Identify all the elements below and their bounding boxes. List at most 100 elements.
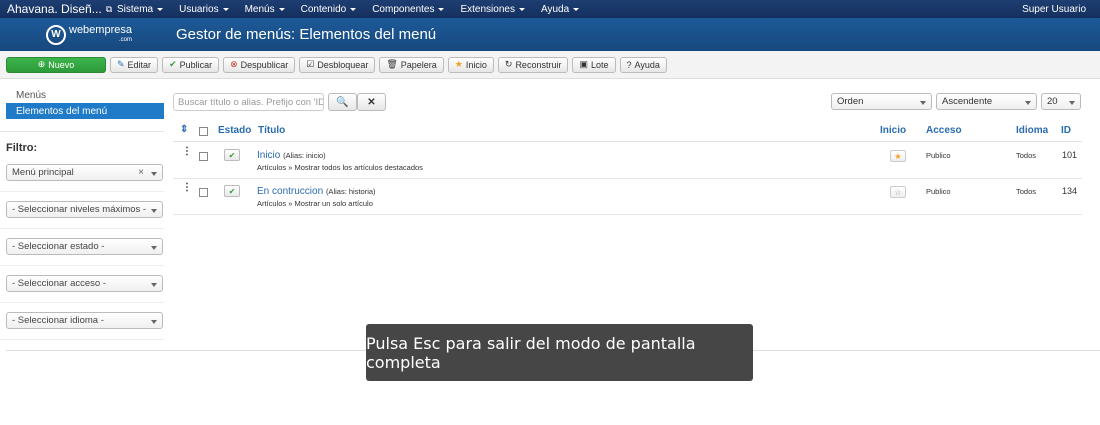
button-label: Papelera — [400, 59, 437, 70]
menu-contenido[interactable]: Contenido — [292, 4, 364, 15]
sidebar-item-menus[interactable]: Menús — [6, 88, 164, 103]
button-label: Ayuda — [634, 59, 660, 70]
button-label: Inicio — [465, 59, 487, 70]
column-id[interactable]: ID — [1061, 125, 1071, 136]
caret-down-icon — [157, 7, 164, 11]
search-input[interactable]: Buscar título o alias. Prefijo con 'ID:' — [173, 93, 324, 111]
user-menu[interactable]: Super Usuario — [1022, 4, 1100, 15]
row-checkbox[interactable] — [199, 188, 208, 197]
home-default-toggle[interactable]: ☆ — [890, 186, 906, 198]
levels-select[interactable]: - Seleccionar niveles máximos - — [6, 201, 163, 218]
select-value: - Seleccionar estado - — [12, 241, 105, 252]
language-select[interactable]: - Seleccionar idioma - — [6, 312, 163, 329]
column-language[interactable]: Idioma — [1016, 125, 1048, 136]
filter-group: Menú principal × — [0, 164, 164, 192]
language-cell: Todos — [1016, 151, 1037, 160]
select-value: 20 — [1047, 96, 1058, 107]
logo-sub: .com — [118, 36, 132, 43]
home-default-toggle[interactable]: ★ — [890, 150, 906, 162]
item-type: Artículos » Mostrar todos los artículos … — [257, 163, 423, 172]
page-title: Gestor de menús: Elementos del menú — [176, 26, 437, 43]
item-alias: (Alias: inicio) — [283, 151, 326, 160]
clear-icon[interactable]: × — [138, 167, 144, 178]
column-state[interactable]: Estado — [218, 125, 251, 136]
trash-button[interactable]: 🗑 Papelera — [379, 56, 444, 73]
table-header: ⇕ Estado Título Inicio Acceso Idioma ID — [173, 118, 1082, 142]
top-navbar: Ahavana. Diseñ... ⧉ Sistema Usuarios Men… — [0, 0, 1100, 18]
toolbar: ⊕ Nuevo ✎ Editar ✔ Publicar ⊗ Despublicar ☑ D… — [0, 51, 1100, 79]
search-button[interactable]: 🔍 — [328, 93, 357, 111]
checkin-button[interactable]: ☑ Desbloquear — [299, 56, 376, 73]
help-button[interactable]: ? Ayuda — [619, 56, 667, 73]
home-button[interactable]: ★ Inicio — [447, 56, 494, 73]
direction-select[interactable]: Ascendente — [936, 93, 1037, 110]
item-title-link[interactable]: En contruccion (Alias: historia) — [257, 186, 376, 197]
publish-button[interactable]: ✔ Publicar — [162, 56, 220, 73]
button-label: Nuevo — [48, 59, 75, 70]
column-home[interactable]: Inicio — [880, 125, 906, 136]
item-title[interactable]: Inicio — [257, 150, 280, 161]
unpublish-button[interactable]: ⊗ Despublicar — [223, 56, 296, 73]
item-title[interactable]: En contruccion — [257, 186, 323, 197]
clear-search-button[interactable]: ✕ — [357, 93, 386, 111]
caret-down-icon — [278, 7, 285, 11]
menu-sistema[interactable]: Sistema — [108, 4, 170, 15]
batch-button[interactable]: ▣ Lote — [572, 56, 616, 73]
star-outline-icon: ☆ — [894, 187, 902, 197]
menu-label: Ayuda — [540, 3, 570, 15]
drag-handle-icon[interactable]: ⋮ — [182, 183, 192, 193]
site-title-link[interactable]: Ahavana. Diseñ... ⧉ — [0, 2, 112, 16]
state-select[interactable]: - Seleccionar estado - — [6, 238, 163, 255]
access-cell: Publico — [926, 151, 951, 160]
button-label: Desbloquear — [317, 59, 369, 70]
row-checkbox[interactable] — [199, 152, 208, 161]
published-toggle[interactable]: ✔ — [224, 149, 240, 161]
access-select[interactable]: - Seleccionar acceso - — [6, 275, 163, 292]
unpublish-icon: ⊗ — [230, 59, 238, 69]
edit-button[interactable]: ✎ Editar — [110, 56, 159, 73]
logo-text: webempresa .com — [69, 24, 132, 45]
column-title[interactable]: Título — [258, 125, 285, 136]
menu-menus[interactable]: Menús — [236, 4, 292, 15]
caret-down-icon — [222, 7, 229, 11]
star-icon: ★ — [454, 59, 463, 69]
logo-icon: W — [46, 24, 66, 45]
checkbox-icon: ☑ — [306, 59, 315, 69]
menu-usuarios[interactable]: Usuarios — [170, 4, 235, 15]
drag-handle-icon[interactable]: ⋮ — [182, 147, 192, 157]
select-value: Menú principal — [12, 167, 74, 178]
caret-down-icon — [350, 7, 357, 11]
chevron-down-icon — [151, 172, 157, 176]
caret-down-icon — [438, 7, 445, 11]
chevron-down-icon — [151, 246, 157, 250]
menu-componentes[interactable]: Componentes — [363, 4, 451, 15]
check-icon: ✔ — [228, 186, 236, 196]
item-alias: (Alias: historia) — [325, 187, 376, 196]
check-icon: ✔ — [228, 150, 236, 160]
logo: W webempresa .com — [46, 24, 176, 45]
rebuild-button[interactable]: ↻ Reconstruir — [497, 56, 569, 73]
column-access[interactable]: Acceso — [926, 125, 962, 136]
select-value: - Seleccionar idioma - — [12, 315, 104, 326]
published-toggle[interactable]: ✔ — [224, 185, 240, 197]
menu-extensiones[interactable]: Extensiones — [451, 4, 531, 15]
sort-icon[interactable]: ⇕ — [180, 124, 188, 135]
plus-circle-icon: ⊕ — [37, 59, 46, 69]
check-icon: ✔ — [169, 59, 177, 69]
select-all-checkbox[interactable] — [199, 127, 208, 136]
sidebar-item-menu-items[interactable]: Elementos del menú — [6, 103, 164, 119]
limit-select[interactable]: 20 — [1041, 93, 1081, 110]
menu-select[interactable]: Menú principal × — [6, 164, 163, 181]
chevron-down-icon — [1025, 101, 1031, 105]
filter-group: - Seleccionar estado - — [0, 238, 164, 266]
table-row: ⋮ ✔ Inicio (Alias: inicio) Artículos » M… — [173, 143, 1082, 179]
button-label: Publicar — [179, 59, 213, 70]
new-button[interactable]: ⊕ Nuevo — [6, 56, 106, 73]
question-icon: ? — [626, 59, 632, 70]
fullscreen-notification: Pulsa Esc para salir del modo de pantall… — [366, 324, 753, 381]
menu-ayuda[interactable]: Ayuda — [532, 4, 586, 15]
chevron-down-icon — [1069, 101, 1075, 105]
order-select[interactable]: Orden — [831, 93, 932, 110]
item-title-link[interactable]: Inicio (Alias: inicio) — [257, 150, 326, 161]
item-type: Artículos » Mostrar un solo artículo — [257, 199, 373, 208]
